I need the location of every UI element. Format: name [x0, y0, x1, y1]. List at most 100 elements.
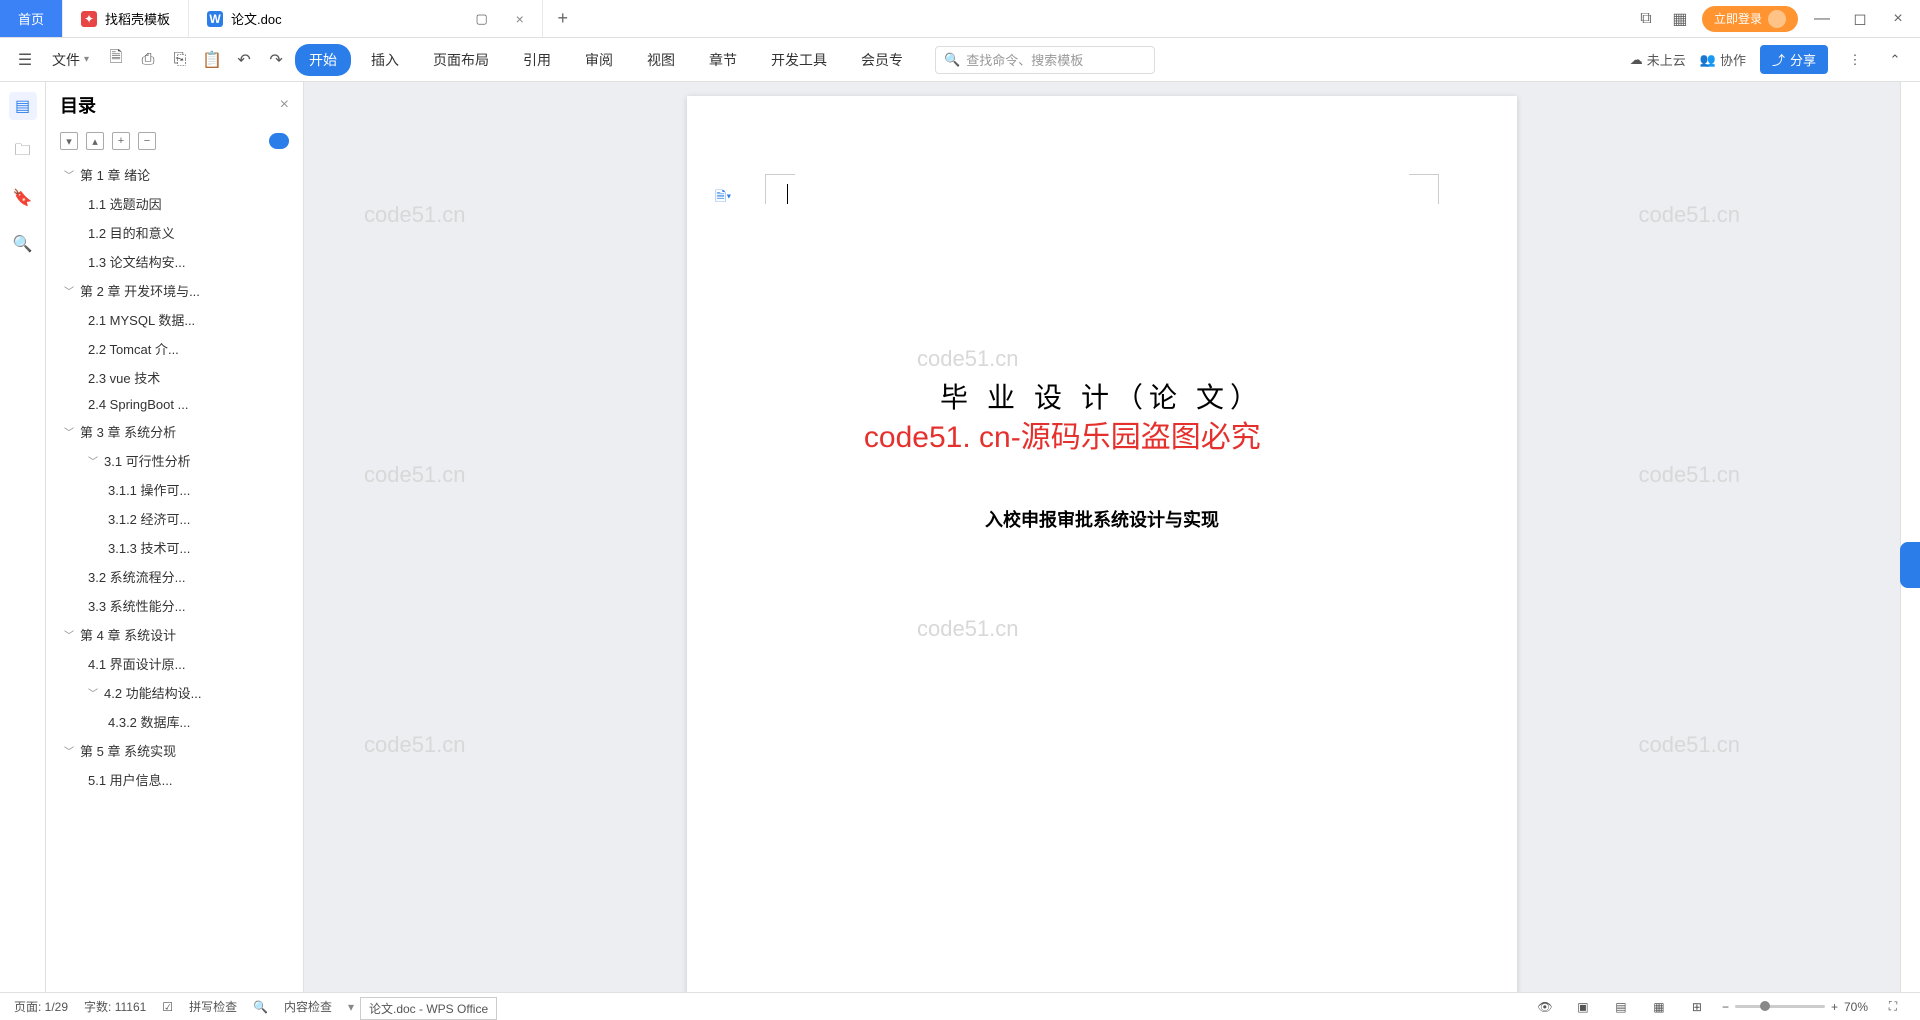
- toc-item[interactable]: 3.3 系统性能分...: [46, 591, 303, 620]
- print-icon[interactable]: ⎙: [135, 47, 161, 73]
- toc-item[interactable]: ﹀第 3 章 系统分析: [46, 417, 303, 446]
- save-icon[interactable]: 🗎: [103, 47, 129, 73]
- toc-item[interactable]: 4.1 界面设计原...: [46, 649, 303, 678]
- add-icon[interactable]: +: [112, 132, 130, 150]
- ribbon-tab-devtools[interactable]: 开发工具: [757, 44, 841, 76]
- toc-item[interactable]: 2.3 vue 技术: [46, 363, 303, 392]
- outline-icon[interactable]: ▤: [9, 92, 37, 120]
- ribbon-tab-member[interactable]: 会员专: [847, 44, 917, 76]
- login-button[interactable]: 立即登录: [1702, 6, 1798, 32]
- minimize-button[interactable]: —: [1808, 5, 1836, 33]
- toc-item[interactable]: 1.1 选题动因: [46, 189, 303, 218]
- toc-item[interactable]: 2.1 MYSQL 数据...: [46, 305, 303, 334]
- chevron-down-icon: ▾: [84, 54, 89, 65]
- tab-home[interactable]: 首页: [0, 0, 63, 37]
- toc-item-label: 第 2 章 开发环境与...: [80, 281, 200, 300]
- eye-icon[interactable]: 👁: [1532, 994, 1558, 1020]
- view-web-icon[interactable]: ▤: [1608, 994, 1634, 1020]
- apps-icon[interactable]: ▦: [1668, 7, 1692, 31]
- expand-all-icon[interactable]: ▴: [86, 132, 104, 150]
- file-menu[interactable]: 文件▾: [44, 46, 97, 74]
- checkbox-icon[interactable]: ☑: [162, 1000, 173, 1014]
- toc-item[interactable]: 1.3 论文结构安...: [46, 247, 303, 276]
- zoom-slider[interactable]: [1735, 1005, 1825, 1008]
- close-button[interactable]: ×: [1884, 5, 1912, 33]
- toc-item[interactable]: ﹀第 4 章 系统设计: [46, 620, 303, 649]
- toc-item[interactable]: ﹀第 5 章 系统实现: [46, 736, 303, 765]
- ribbon-tab-start[interactable]: 开始: [295, 44, 351, 76]
- zoom-in-icon[interactable]: +: [1831, 1000, 1838, 1014]
- toc-item-label: 第 4 章 系统设计: [80, 625, 176, 644]
- word-count[interactable]: 字数: 11161: [84, 998, 146, 1015]
- ribbon-tab-chapter[interactable]: 章节: [695, 44, 751, 76]
- zoom-out-icon[interactable]: −: [1722, 1000, 1729, 1014]
- page-options-icon[interactable]: 🗎▾: [715, 186, 731, 210]
- share-icon: ⤴: [1772, 50, 1785, 69]
- maximize-button[interactable]: ◻: [1846, 5, 1874, 33]
- ribbon-tab-layout[interactable]: 页面布局: [419, 44, 503, 76]
- document-canvas[interactable]: code51.cn code51.cn code51.cn code51.cn …: [304, 82, 1900, 992]
- bookmark-icon[interactable]: 🔖: [9, 184, 37, 212]
- cloud-status[interactable]: ☁未上云: [1630, 50, 1686, 69]
- sidebar-close-icon[interactable]: ×: [280, 96, 289, 114]
- clipboard-icon[interactable]: 🗀: [9, 138, 37, 166]
- zoom-level[interactable]: 70%: [1844, 1000, 1868, 1014]
- toc-item[interactable]: 1.2 目的和意义: [46, 218, 303, 247]
- search-rail-icon[interactable]: 🔍: [9, 230, 37, 258]
- toc-item[interactable]: ﹀3.1 可行性分析: [46, 446, 303, 475]
- toc-item[interactable]: 3.1.1 操作可...: [46, 475, 303, 504]
- collapse-all-icon[interactable]: ▾: [60, 132, 78, 150]
- toc-item[interactable]: 5.1 用户信息...: [46, 765, 303, 794]
- share-button[interactable]: ⤴分享: [1760, 45, 1828, 74]
- toc-item[interactable]: 3.1.2 经济可...: [46, 504, 303, 533]
- toc-item[interactable]: 4.3.2 数据库...: [46, 707, 303, 736]
- toc-item[interactable]: 3.2 系统流程分...: [46, 562, 303, 591]
- redo-icon[interactable]: ↷: [263, 47, 289, 73]
- toc-toggle[interactable]: [269, 133, 289, 149]
- watermark: code51.cn: [917, 346, 1019, 372]
- spellcheck-label[interactable]: 拼写检查: [189, 998, 237, 1015]
- ribbon-tab-review[interactable]: 审阅: [571, 44, 627, 76]
- watermark: code51.cn: [917, 616, 1019, 642]
- right-panel-toggle[interactable]: [1900, 542, 1920, 588]
- toc-item-label: 第 1 章 绪论: [80, 165, 150, 184]
- tab-label: 论文.doc: [231, 9, 282, 28]
- view-outline-icon[interactable]: ▦: [1646, 994, 1672, 1020]
- present-icon[interactable]: ▢: [470, 7, 494, 31]
- text-cursor: [787, 184, 788, 204]
- ribbon-tab-reference[interactable]: 引用: [509, 44, 565, 76]
- fire-icon: ✦: [81, 11, 97, 27]
- titlebar: 首页 ✦ 找稻壳模板 W 论文.doc ▢ × + ⧉ ▦ 立即登录 — ◻ ×: [0, 0, 1920, 38]
- close-icon[interactable]: ×: [516, 11, 524, 27]
- tab-document[interactable]: W 论文.doc ▢ ×: [189, 0, 543, 37]
- view-page-icon[interactable]: ▣: [1570, 994, 1596, 1020]
- toc-item[interactable]: 3.1.3 技术可...: [46, 533, 303, 562]
- collapse-icon[interactable]: ⌃: [1882, 47, 1908, 73]
- preview-icon[interactable]: ⎘: [167, 47, 193, 73]
- paste-icon[interactable]: 📋: [199, 47, 225, 73]
- tab-templates[interactable]: ✦ 找稻壳模板: [63, 0, 189, 37]
- new-tab-button[interactable]: +: [543, 0, 583, 37]
- toc-item[interactable]: ﹀4.2 功能结构设...: [46, 678, 303, 707]
- collab-button[interactable]: 👥协作: [1700, 50, 1746, 69]
- ribbon-tab-view[interactable]: 视图: [633, 44, 689, 76]
- layout-icon[interactable]: ⧉: [1634, 7, 1658, 31]
- contentcheck-label[interactable]: 内容检查: [284, 998, 332, 1015]
- ribbon-tab-insert[interactable]: 插入: [357, 44, 413, 76]
- menu-icon[interactable]: ☰: [12, 47, 38, 73]
- tab-label: 找稻壳模板: [105, 9, 170, 28]
- undo-icon[interactable]: ↶: [231, 47, 257, 73]
- toc-item-label: 第 3 章 系统分析: [80, 422, 176, 441]
- toc-item[interactable]: ﹀第 2 章 开发环境与...: [46, 276, 303, 305]
- cloud-icon: ☁: [1630, 52, 1643, 68]
- view-read-icon[interactable]: ⊞: [1684, 994, 1710, 1020]
- search-input[interactable]: 🔍 查找命令、搜索模板: [935, 46, 1155, 74]
- crop-mark: [765, 174, 795, 204]
- toc-item[interactable]: 2.4 SpringBoot ...: [46, 392, 303, 417]
- more-icon[interactable]: ⋮: [1842, 47, 1868, 73]
- fullscreen-icon[interactable]: ⛶: [1880, 994, 1906, 1020]
- toc-item[interactable]: 2.2 Tomcat 介...: [46, 334, 303, 363]
- page-indicator[interactable]: 页面: 1/29: [14, 998, 68, 1015]
- toc-item[interactable]: ﹀第 1 章 绪论: [46, 160, 303, 189]
- remove-icon[interactable]: −: [138, 132, 156, 150]
